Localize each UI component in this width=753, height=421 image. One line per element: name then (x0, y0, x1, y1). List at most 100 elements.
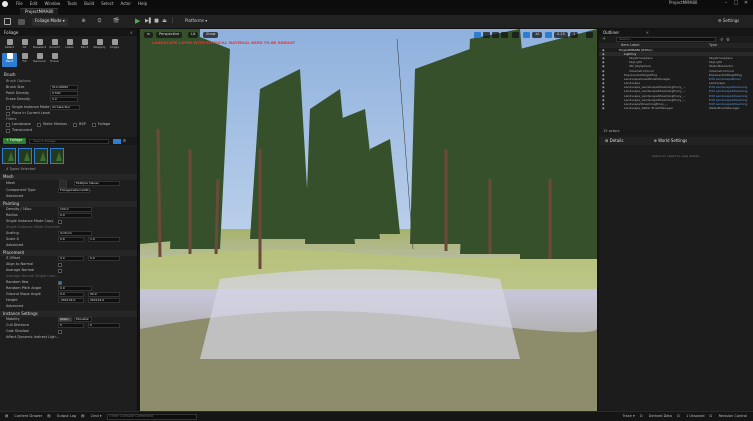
unsaved-button[interactable]: ⊡ 1 Unsaved (677, 414, 705, 419)
advanced-row-1[interactable]: Advanced (0, 194, 137, 200)
menu-tools[interactable]: Tools (67, 2, 77, 6)
menu-actor[interactable]: Actor (120, 2, 131, 6)
save-icon[interactable] (4, 18, 11, 25)
component-type-dropdown[interactable]: FoliageInstancedSt... (58, 188, 91, 193)
foliage-thumb-3[interactable] (34, 148, 48, 164)
advanced-row-3[interactable]: Advanced (0, 304, 137, 310)
level-viewport[interactable]: ≡ Perspective Lit Show LANDSCAPE LAYER W… (140, 29, 597, 411)
cinematics-icon[interactable]: 🎬 (113, 19, 120, 25)
cull-min-input[interactable]: 0 (58, 323, 84, 328)
close-tab-icon[interactable]: ✕ (130, 30, 133, 35)
show-button[interactable]: Show (203, 32, 219, 38)
single-copy-checkbox[interactable] (58, 219, 62, 224)
advanced-row-2[interactable]: Advanced (0, 243, 137, 249)
viewport-menu-icon[interactable]: ≡ (144, 32, 153, 38)
scale-min-input[interactable]: 0.6 (58, 237, 84, 242)
menu-build[interactable]: Build (84, 2, 94, 6)
minimize-icon[interactable]: – (721, 1, 731, 6)
outliner-gear-icon[interactable]: ⚙ (726, 37, 730, 42)
settings-menu[interactable]: ⚙ Settings (718, 19, 739, 23)
random-yaw-checkbox[interactable] (58, 280, 62, 285)
random-pitch-input[interactable]: 0.0 (58, 286, 92, 291)
density-input[interactable]: 100.0 (58, 207, 92, 212)
place-level-checkbox[interactable] (6, 111, 10, 116)
visibility-icon[interactable]: ◉ (602, 107, 605, 110)
filter-static-checkbox[interactable] (36, 123, 41, 127)
foliage-thumb-2[interactable] (18, 148, 32, 164)
select-mode-icon[interactable] (474, 32, 481, 38)
eject-icon[interactable]: ⏏ (161, 19, 168, 25)
menu-window[interactable]: Window (44, 2, 60, 6)
perspective-button[interactable]: Perspective (156, 32, 183, 38)
height-min-input[interactable]: -262144.0 (58, 298, 84, 303)
col-type[interactable]: Type (709, 43, 717, 48)
foliage-thumb-4[interactable] (50, 148, 64, 164)
z-max-input[interactable]: 0.0 (88, 256, 120, 261)
tool-remove[interactable]: Remove (32, 53, 47, 67)
menu-file[interactable]: File (16, 2, 23, 6)
close-outliner-icon[interactable]: ✕ (646, 30, 649, 35)
tool-all[interactable]: All (17, 39, 32, 53)
tool-reapply[interactable]: Reapply (92, 39, 107, 53)
erase-density-input[interactable]: 0.0 (50, 97, 78, 102)
brush-size-input[interactable]: 512.00000 (50, 85, 78, 90)
derived-data-button[interactable]: ⊡ Derived Data (640, 414, 672, 419)
tool-erase[interactable]: Erase (47, 53, 62, 67)
play-icon[interactable]: ▶ (135, 18, 143, 26)
col-item-label[interactable]: Item Label (621, 43, 640, 48)
filter-bsp-checkbox[interactable] (73, 123, 78, 127)
align-normal-checkbox[interactable] (58, 262, 62, 267)
world-local-icon[interactable] (512, 32, 519, 38)
stop-icon[interactable]: ■ (153, 19, 160, 25)
menu-select[interactable]: Select (101, 2, 113, 6)
filter-view-icon[interactable] (112, 138, 121, 144)
tool-fill[interactable]: Fill (17, 53, 32, 67)
foliage-search-input[interactable]: Search Foliage (28, 138, 109, 144)
add-actor-icon[interactable]: ⊕ (80, 19, 87, 25)
platforms-menu[interactable]: Platforms ▾ (185, 19, 207, 23)
average-normal-checkbox[interactable] (58, 268, 62, 273)
filter-icon[interactable]: ⚲ (720, 37, 723, 42)
mesh-dropdown[interactable]: Multiple Values (74, 181, 120, 186)
details-tab[interactable]: ⊞ Details (605, 139, 624, 143)
rotation-snap-icon[interactable] (545, 32, 552, 38)
radius-input[interactable]: 0.0 (58, 213, 92, 218)
tool-select[interactable]: Select (2, 39, 17, 53)
menu-help[interactable]: Help (138, 2, 147, 6)
add-foliage-button[interactable]: + Foliage (3, 138, 26, 144)
trace-button[interactable]: Trace ▾ (618, 414, 635, 419)
maximize-viewport-icon[interactable] (586, 32, 593, 38)
blueprint-icon[interactable]: ⛭ (96, 19, 103, 25)
paint-density-input[interactable]: 0.500 (50, 91, 78, 96)
filter-foliage-checkbox[interactable] (91, 123, 96, 127)
step-icon[interactable]: ▶▌ (145, 19, 153, 25)
foliage-tab[interactable]: Foliage ✕ (0, 29, 137, 36)
add-icon[interactable]: + (602, 37, 606, 42)
filter-landscape-checkbox[interactable] (6, 123, 10, 127)
close-icon[interactable]: ✕ (741, 1, 751, 6)
gear-icon[interactable]: ⚙ (123, 139, 127, 143)
tool-invalid[interactable]: Invalid (47, 39, 62, 53)
revision-control-button[interactable]: ⊡ Revision Control (710, 414, 747, 419)
mobility-movable-button[interactable]: Movable (74, 317, 92, 322)
camera-speed[interactable]: 1 (570, 32, 579, 38)
height-max-input[interactable]: 262144.0 (88, 298, 120, 303)
grid-snap-icon[interactable] (523, 32, 530, 38)
filter-translucent-checkbox[interactable] (6, 129, 10, 133)
content-drawer-button[interactable]: ▤ Content Drawer (5, 414, 42, 419)
output-log-button[interactable]: ▤ Output Log (47, 414, 76, 419)
slope-min-input[interactable]: 0.0 (58, 292, 84, 297)
tool-deselect[interactable]: Deselect (32, 39, 47, 53)
foliage-thumb-1[interactable] (2, 148, 16, 164)
menu-edit[interactable]: Edit (30, 2, 38, 6)
more-icon[interactable]: ⋮ (169, 19, 176, 25)
cmd-dropdown[interactable]: ▤ Cmd ▾ (81, 414, 101, 419)
cull-max-input[interactable]: 0 (88, 323, 120, 328)
tool-paint[interactable]: Paint (2, 53, 17, 67)
mode-selector[interactable]: Foliage Mode ▾ (32, 18, 68, 26)
rotate-icon[interactable] (492, 32, 499, 38)
lit-button[interactable]: Lit (188, 32, 199, 38)
scale-max-input[interactable]: 1.0 (88, 237, 120, 242)
tool-lasso[interactable]: Lasso (62, 39, 77, 53)
scale-icon[interactable] (501, 32, 508, 38)
